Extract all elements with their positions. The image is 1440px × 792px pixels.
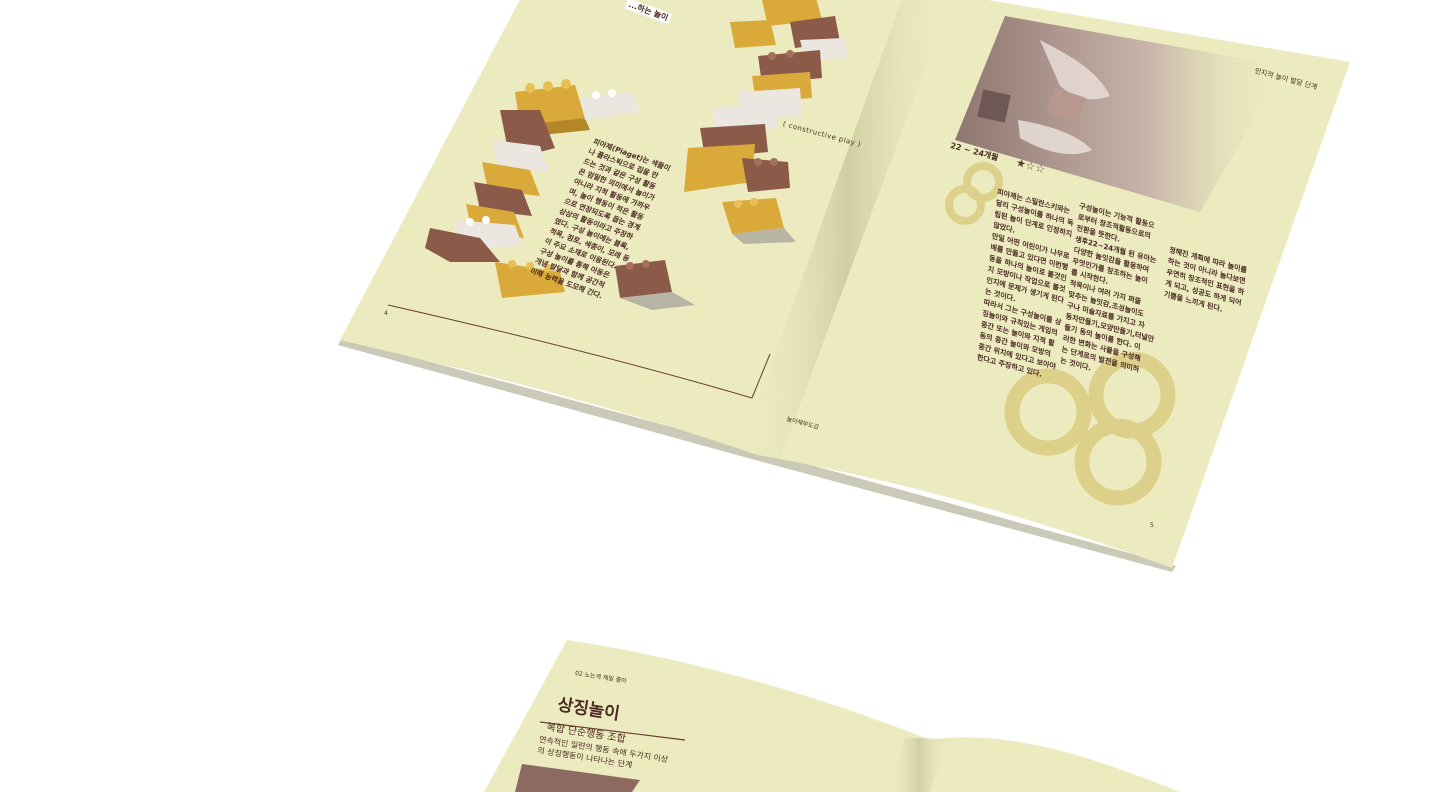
mockup-stage: ...하는 놀이 피아제(Piaget)는 색들이 나 플라스틱으로 집을 만 … [0, 0, 1440, 792]
right-page-number: 5 [1150, 522, 1154, 529]
brochure-art [338, 0, 1350, 792]
left-page-number: 4 [384, 310, 388, 317]
